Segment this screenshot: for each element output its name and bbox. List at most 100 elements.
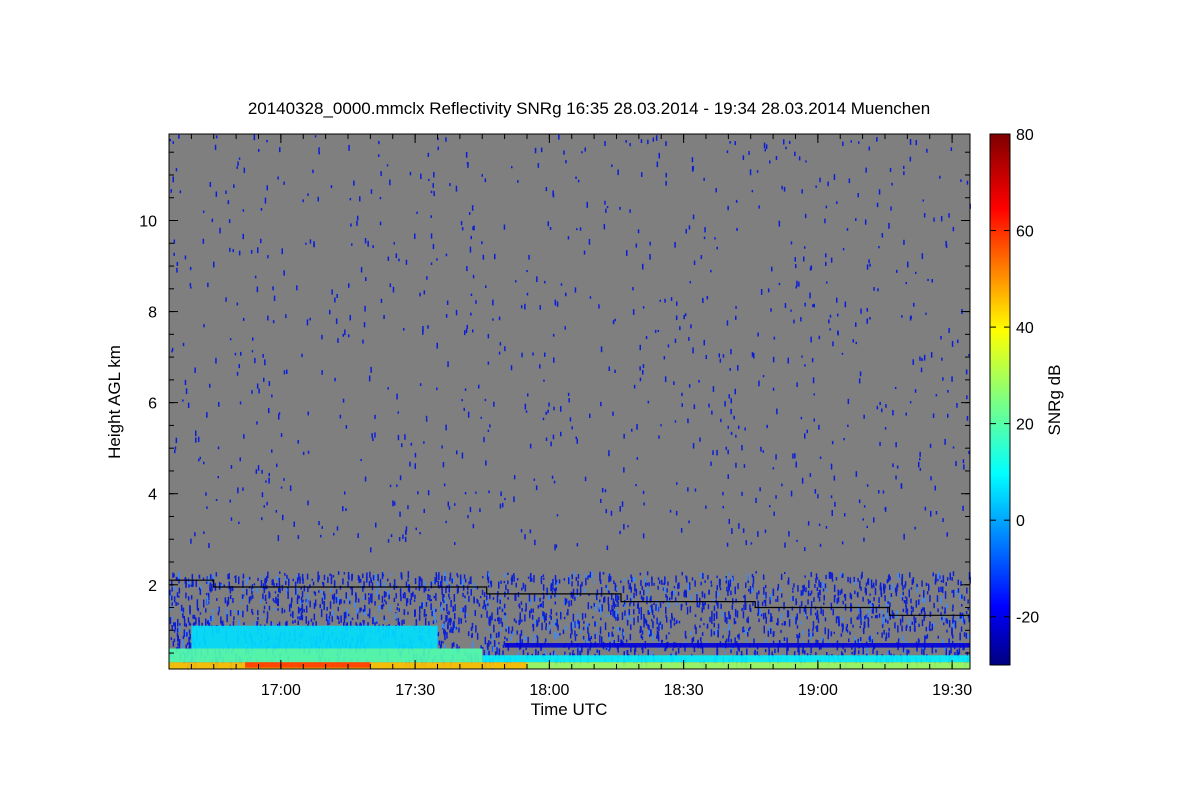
noise-speckle	[343, 572, 346, 575]
noise-speckle	[317, 196, 319, 202]
noise-speckle	[447, 501, 449, 507]
noise-speckle	[628, 584, 630, 590]
noise-speckle	[882, 490, 885, 494]
noise-speckle	[921, 253, 924, 260]
noise-speckle	[448, 584, 450, 593]
noise-speckle	[628, 608, 630, 616]
noise-speckle	[368, 614, 371, 619]
x-axis-label: Time UTC	[531, 700, 608, 719]
noise-speckle	[185, 623, 188, 628]
noise-speckle	[600, 498, 602, 503]
noise-speckle	[599, 573, 601, 582]
noise-speckle	[323, 574, 326, 581]
noise-speckle	[612, 320, 615, 325]
noise-speckle	[574, 630, 576, 636]
noise-speckle	[604, 597, 606, 603]
noise-speckle	[903, 239, 905, 245]
noise-speckle	[874, 587, 877, 596]
noise-speckle	[841, 352, 844, 355]
noise-speckle	[523, 636, 526, 641]
noise-speckle	[612, 411, 614, 416]
noise-speckle	[809, 473, 812, 477]
noise-speckle	[965, 632, 968, 639]
noise-speckle	[657, 631, 660, 640]
noise-speckle	[396, 393, 398, 400]
noise-speckle	[954, 652, 956, 656]
noise-speckle	[901, 614, 904, 623]
noise-speckle	[409, 461, 411, 467]
noise-speckle	[314, 135, 317, 138]
noise-speckle	[804, 650, 806, 655]
noise-speckle	[813, 303, 815, 308]
noise-speckle	[556, 301, 559, 307]
noise-speckle	[387, 256, 390, 261]
noise-speckle	[579, 227, 582, 231]
noise-speckle	[348, 144, 350, 151]
noise-speckle	[172, 641, 175, 647]
noise-speckle	[585, 577, 587, 586]
noise-speckle	[894, 387, 897, 390]
noise-speckle	[807, 521, 810, 526]
noise-speckle	[229, 610, 232, 617]
noise-speckle	[878, 490, 880, 494]
noise-speckle	[612, 608, 614, 617]
noise-speckle	[440, 640, 442, 648]
noise-speckle	[455, 309, 458, 316]
noise-speckle	[542, 417, 545, 421]
noise-speckle	[842, 573, 844, 578]
noise-speckle	[220, 584, 223, 589]
noise-speckle	[545, 613, 547, 621]
noise-speckle	[903, 533, 905, 540]
noise-speckle	[695, 627, 697, 635]
noise-speckle	[392, 500, 394, 507]
noise-speckle	[583, 250, 586, 255]
noise-speckle	[253, 621, 255, 626]
noise-speckle	[688, 225, 691, 230]
noise-speckle	[305, 605, 308, 613]
noise-speckle	[570, 600, 573, 606]
noise-speckle	[631, 595, 633, 599]
noise-speckle	[279, 147, 281, 153]
noise-speckle	[218, 402, 220, 407]
noise-speckle	[772, 632, 775, 638]
noise-speckle	[339, 414, 342, 419]
noise-speckle	[844, 513, 846, 517]
noise-speckle	[925, 626, 928, 632]
noise-speckle	[614, 318, 616, 322]
noise-speckle	[265, 601, 268, 604]
noise-speckle	[548, 625, 551, 631]
noise-speckle	[283, 609, 286, 613]
noise-speckle	[780, 573, 783, 580]
noise-speckle	[432, 243, 435, 250]
noise-speckle	[617, 595, 620, 601]
noise-speckle	[680, 604, 683, 611]
noise-speckle	[257, 617, 259, 621]
noise-speckle	[238, 521, 240, 525]
noise-speckle	[553, 406, 555, 411]
noise-speckle	[719, 358, 722, 363]
noise-speckle	[395, 253, 398, 259]
noise-speckle	[655, 135, 658, 141]
noise-speckle	[300, 608, 303, 611]
noise-speckle	[283, 270, 285, 276]
noise-speckle	[818, 579, 820, 588]
noise-speckle	[906, 612, 908, 615]
noise-speckle	[894, 587, 897, 593]
noise-speckle	[648, 625, 650, 631]
noise-speckle	[656, 617, 658, 625]
noise-speckle	[454, 613, 456, 620]
noise-speckle	[276, 463, 278, 468]
noise-speckle	[242, 317, 245, 321]
colorbar-tick-label: -20	[1016, 610, 1039, 627]
noise-speckle	[809, 292, 811, 299]
noise-speckle	[653, 582, 655, 586]
noise-speckle	[356, 608, 358, 614]
noise-speckle	[291, 611, 294, 614]
noise-speckle	[729, 614, 731, 620]
noise-speckle	[865, 589, 867, 595]
noise-speckle	[445, 520, 447, 524]
noise-speckle	[537, 605, 540, 609]
noise-speckle	[310, 618, 313, 622]
noise-speckle	[808, 628, 810, 633]
noise-speckle	[635, 484, 637, 487]
